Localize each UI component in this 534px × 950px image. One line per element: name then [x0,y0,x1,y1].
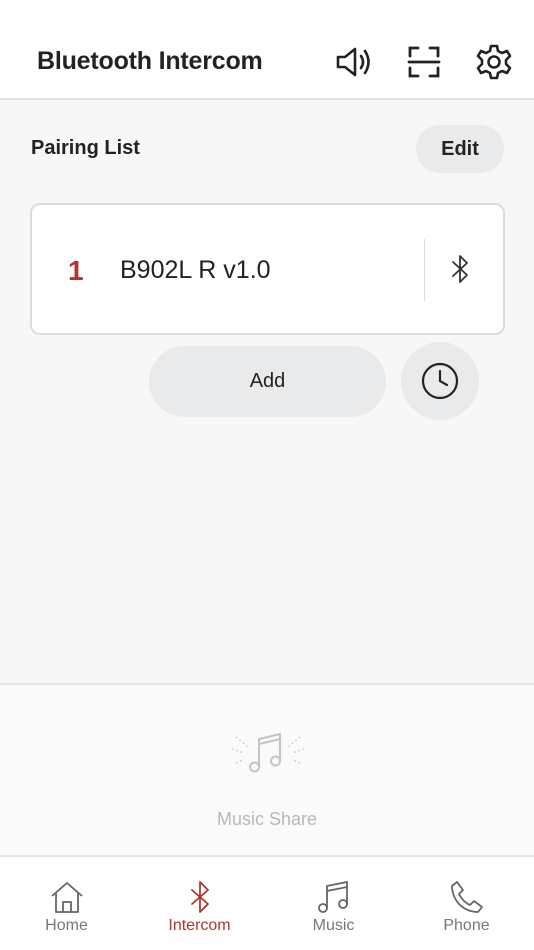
tab-label: Music [312,917,355,934]
music-share-label: Music Share [216,809,318,829]
music-share-panel[interactable]: Music Share [0,683,534,855]
phone-icon [450,881,483,913]
edit-button[interactable]: Edit [416,125,504,173]
music-share-icon [231,732,305,773]
tab-label: Phone [443,917,490,934]
tab-music[interactable]: Music [267,857,400,950]
speaker-volume-icon[interactable] [334,42,374,82]
page-title: Bluetooth Intercom [37,47,263,75]
divider [424,239,425,301]
scan-icon[interactable] [404,42,444,82]
history-button[interactable] [401,342,479,420]
bluetooth-icon[interactable] [444,251,476,287]
pairing-list-title: Pairing List [31,137,140,159]
tab-phone[interactable]: Phone [400,857,533,950]
tab-home[interactable]: Home [0,857,133,950]
add-button[interactable]: Add [149,346,386,417]
bluetooth-icon [190,881,209,913]
device-name: B902L R v1.0 [120,256,271,284]
tab-label: Intercom [168,917,231,934]
tab-label: Home [45,917,88,934]
tab-intercom[interactable]: Intercom [133,857,266,950]
pairing-number: 1 [68,255,84,286]
home-icon [50,882,83,913]
clock-icon [421,362,459,400]
pairing-list-item[interactable]: 1 B902L R v1.0 [30,203,505,335]
app-header: Bluetooth Intercom [0,0,534,100]
gear-icon[interactable] [474,42,514,82]
tab-bar: Home Intercom Music Phone [0,855,534,950]
music-note-icon [317,880,348,913]
